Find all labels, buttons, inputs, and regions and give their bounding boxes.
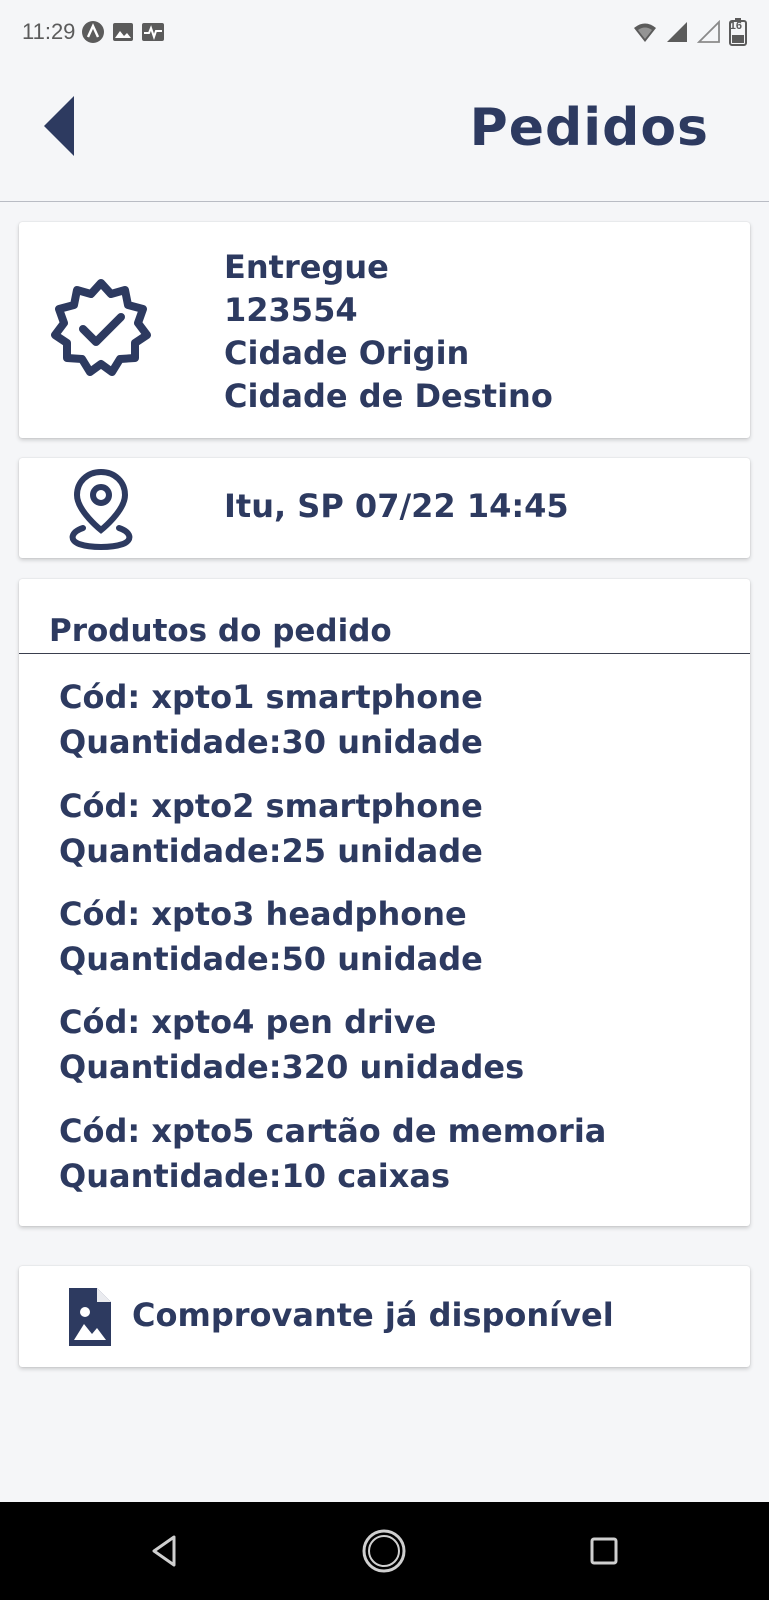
page-title: Pedidos <box>469 98 709 158</box>
navigation-bar <box>0 1502 769 1600</box>
product-code: Cód: xpto4 pen drive <box>59 1003 437 1041</box>
image-icon <box>111 20 135 44</box>
wifi-icon <box>633 20 657 44</box>
product-quantity: Quantidade:30 unidade <box>59 723 483 761</box>
nav-recents-icon <box>590 1537 618 1565</box>
nav-home-button[interactable] <box>360 1527 408 1575</box>
location-card: Itu, SP 07/22 14:45 <box>19 458 750 558</box>
product-code: Cód: xpto5 cartão de memoria <box>59 1112 607 1150</box>
verified-badge-icon <box>51 279 151 376</box>
nav-home-icon <box>362 1529 406 1573</box>
nav-recents-button[interactable] <box>580 1527 628 1575</box>
back-arrow-icon <box>44 96 74 156</box>
order-destination: Cidade de Destino <box>224 377 553 415</box>
order-details: Entregue 123554 Cidade Origin Cidade de … <box>224 246 553 418</box>
location-text: Itu, SP 07/22 14:45 <box>224 487 569 525</box>
app-notification-icon <box>81 20 105 44</box>
order-status-card: Entregue 123554 Cidade Origin Cidade de … <box>19 222 750 438</box>
product-code: Cód: xpto2 smartphone <box>59 787 483 825</box>
status-bar: 11:29 16 <box>0 0 769 64</box>
app-header: Pedidos <box>0 64 769 202</box>
nav-back-button[interactable] <box>140 1527 188 1575</box>
order-status-text: Entregue <box>224 248 389 286</box>
receipt-button[interactable]: Comprovante já disponível <box>19 1266 750 1367</box>
list-item: Cód: xpto3 headphone Quantidade:50 unida… <box>59 892 483 982</box>
back-button[interactable] <box>40 94 80 158</box>
list-item: Cód: xpto4 pen drive Quantidade:320 unid… <box>59 1000 524 1090</box>
status-left: 11:29 <box>22 19 165 45</box>
map-pin-icon <box>69 468 133 550</box>
receipt-label: Comprovante já disponível <box>132 1296 614 1334</box>
product-quantity: Quantidade:50 unidade <box>59 940 483 978</box>
battery-level: 16 <box>729 20 742 32</box>
order-origin: Cidade Origin <box>224 334 470 372</box>
products-card: Produtos do pedido Cód: xpto1 smartphone… <box>19 579 750 1226</box>
product-quantity: Quantidade:320 unidades <box>59 1048 525 1086</box>
status-time: 11:29 <box>22 19 76 44</box>
product-code: Cód: xpto3 headphone <box>59 895 467 933</box>
list-item: Cód: xpto1 smartphone Quantidade:30 unid… <box>59 675 483 765</box>
signal-empty-icon <box>697 20 721 44</box>
product-quantity: Quantidade:10 caixas <box>59 1157 451 1195</box>
status-right: 16 <box>633 18 747 46</box>
activity-icon <box>141 20 165 44</box>
nav-back-icon <box>152 1535 176 1567</box>
list-item: Cód: xpto5 cartão de memoria Quantidade:… <box>59 1109 606 1199</box>
products-title: Produtos do pedido <box>49 613 392 649</box>
order-number: 123554 <box>224 291 358 329</box>
document-image-icon <box>69 1288 111 1346</box>
product-quantity: Quantidade:25 unidade <box>59 832 483 870</box>
product-code: Cód: xpto1 smartphone <box>59 678 483 716</box>
signal-icon <box>665 20 689 44</box>
products-divider <box>19 653 750 654</box>
list-item: Cód: xpto2 smartphone Quantidade:25 unid… <box>59 784 483 874</box>
